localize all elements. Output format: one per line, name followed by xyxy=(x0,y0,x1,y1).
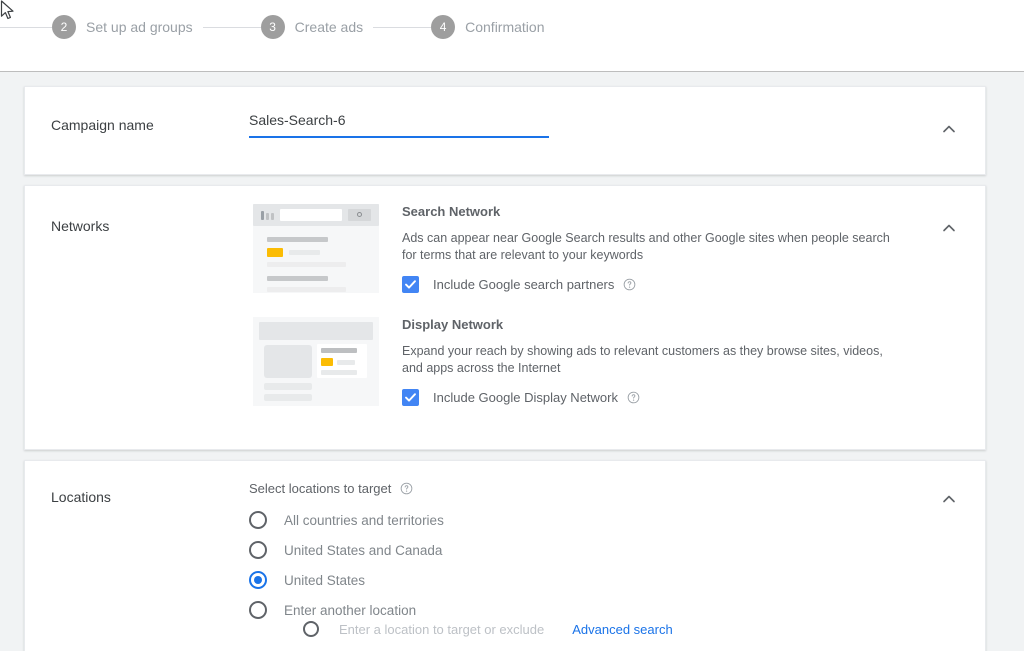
radio-button[interactable] xyxy=(303,621,319,637)
radio-button[interactable] xyxy=(249,601,267,619)
step-label: Confirmation xyxy=(465,19,545,35)
location-option-us-canada[interactable]: United States and Canada xyxy=(249,535,849,565)
location-option-label: United States and Canada xyxy=(284,542,443,558)
display-network-checkbox[interactable] xyxy=(402,388,419,406)
step-number-badge: 2 xyxy=(52,15,76,39)
step-connector-line xyxy=(0,26,52,28)
step-number-badge: 4 xyxy=(431,15,456,39)
location-sub-option-label: Enter a location to target or exclude xyxy=(339,621,545,637)
display-network-label: Include Google Display Network xyxy=(433,389,618,405)
locations-label: Locations xyxy=(51,489,111,505)
search-network-title: Search Network xyxy=(402,204,501,219)
radio-button[interactable] xyxy=(249,541,267,559)
help-icon[interactable] xyxy=(623,278,636,291)
networks-label: Networks xyxy=(51,218,110,234)
location-sub-option-row[interactable]: Enter a location to target or exclude Ad… xyxy=(303,621,673,637)
location-option-label: All countries and territories xyxy=(284,512,444,528)
chevron-up-icon[interactable] xyxy=(939,489,959,509)
wizard-step-2[interactable]: 2 Set up ad groups xyxy=(52,15,203,39)
campaign-name-field xyxy=(249,108,549,138)
step-label: Create ads xyxy=(294,19,364,35)
display-network-thumbnail-icon xyxy=(253,317,379,406)
search-partners-label: Include Google search partners xyxy=(433,276,615,292)
search-partners-checkbox[interactable] xyxy=(402,275,419,293)
step-connector-line xyxy=(202,26,261,28)
radio-button[interactable] xyxy=(249,511,267,529)
campaign-name-input[interactable] xyxy=(249,108,549,138)
step-connector-line xyxy=(373,26,432,28)
radio-button-selected[interactable] xyxy=(249,571,267,589)
location-option-label: United States xyxy=(284,572,366,588)
locations-card: Locations Select locations to target All… xyxy=(24,460,986,651)
chevron-up-icon[interactable] xyxy=(939,119,959,139)
search-network-thumbnail-icon xyxy=(253,204,379,293)
networks-card: Networks Search Network Ads can appear n… xyxy=(24,185,986,450)
search-partners-row[interactable]: Include Google search partners xyxy=(402,275,922,293)
help-icon[interactable] xyxy=(400,482,413,495)
step-label: Set up ad groups xyxy=(86,19,193,35)
wizard-header: 2 Set up ad groups 3 Create ads 4 Confir… xyxy=(0,0,1024,72)
help-icon[interactable] xyxy=(627,391,640,404)
location-option-label: Enter another location xyxy=(284,602,417,618)
locations-heading: Select locations to target xyxy=(249,481,392,496)
campaign-name-card: Campaign name xyxy=(24,86,986,175)
locations-options: Select locations to target All countries… xyxy=(249,481,849,625)
location-option-united-states[interactable]: United States xyxy=(249,565,849,595)
campaign-name-label: Campaign name xyxy=(51,117,154,133)
chevron-up-icon[interactable] xyxy=(939,218,959,238)
wizard-step-3[interactable]: 3 Create ads xyxy=(260,15,373,39)
wizard-step-4[interactable]: 4 Confirmation xyxy=(431,15,554,39)
advanced-search-link[interactable]: Advanced search xyxy=(572,622,672,637)
display-network-body: Display Network Expand your reach by sho… xyxy=(402,317,922,406)
search-network-body: Search Network Ads can appear near Googl… xyxy=(402,204,922,293)
locations-heading-row: Select locations to target xyxy=(249,481,849,496)
wizard-stepper: 2 Set up ad groups 3 Create ads 4 Confir… xyxy=(0,14,555,40)
search-network-description: Ads can appear near Google Search result… xyxy=(402,231,890,262)
display-network-row[interactable]: Include Google Display Network xyxy=(402,388,922,406)
display-network-title: Display Network xyxy=(402,317,504,332)
location-option-all-countries[interactable]: All countries and territories xyxy=(249,505,849,535)
step-number-badge: 3 xyxy=(260,15,285,39)
display-network-description: Expand your reach by showing ads to rele… xyxy=(402,344,883,375)
settings-content: Campaign name Networks xyxy=(0,72,1024,651)
